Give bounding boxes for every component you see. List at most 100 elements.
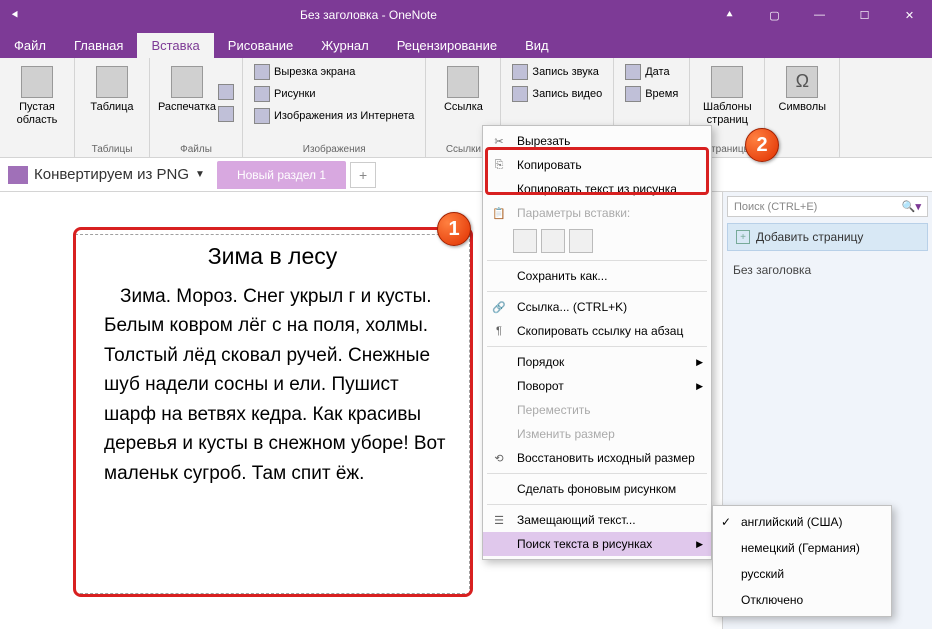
cm-paste-header-label: Параметры вставки: — [517, 206, 630, 220]
pictures-button[interactable]: Рисунки — [251, 84, 417, 104]
separator — [487, 504, 707, 505]
cm-link[interactable]: 🔗Ссылка... (CTRL+K) — [483, 295, 711, 319]
paste-icon: 📋 — [491, 205, 507, 221]
lang-off[interactable]: Отключено — [713, 587, 891, 613]
cm-rotate[interactable]: Поворот▶ — [483, 374, 711, 398]
window-title: Без заголовка - OneNote — [30, 8, 707, 22]
menu-journal[interactable]: Журнал — [307, 33, 382, 58]
chevron-right-icon: ▶ — [696, 357, 703, 368]
insert-space-label: Пустая область — [17, 101, 58, 127]
cm-copy-link-label: Скопировать ссылку на абзац — [517, 324, 683, 338]
paste-option-1[interactable] — [513, 229, 537, 253]
close-button[interactable]: ✕ — [887, 0, 932, 30]
clip-icon — [254, 64, 270, 80]
cm-order-label: Порядок — [517, 355, 564, 369]
lang-de[interactable]: немецкий (Германия) — [713, 535, 891, 561]
cm-search-text-label: Поиск текста в рисунках — [517, 537, 652, 551]
record-video-button[interactable]: Запись видео — [509, 84, 605, 104]
attach-icon[interactable] — [218, 84, 234, 100]
menu-review[interactable]: Рецензирование — [383, 33, 511, 58]
help-button[interactable]: ⯅ — [707, 0, 752, 30]
online-picture-label: Изображения из Интернета — [274, 110, 414, 122]
time-button[interactable]: Время — [622, 84, 681, 104]
cm-background[interactable]: Сделать фоновым рисунком — [483, 477, 711, 501]
cm-alt-text[interactable]: ☰Замещающий текст... — [483, 508, 711, 532]
space-icon — [21, 66, 53, 98]
cm-cut-label: Вырезать — [517, 134, 570, 148]
group-label: Ссылки — [446, 144, 481, 155]
date-button[interactable]: Дата — [622, 62, 681, 82]
paste-option-3[interactable] — [569, 229, 593, 253]
search-icon: 🔍▾ — [902, 200, 921, 213]
separator — [487, 260, 707, 261]
clip-label: Вырезка экрана — [274, 66, 355, 78]
notebook-icon — [8, 166, 28, 184]
menu-view[interactable]: Вид — [511, 33, 563, 58]
spreadsheet-icon[interactable] — [218, 106, 234, 122]
paste-options — [483, 225, 711, 257]
add-section-button[interactable]: + — [350, 162, 376, 188]
cm-resize-label: Изменить размер — [517, 427, 615, 441]
date-label: Дата — [645, 66, 669, 78]
ribbon-group-tables: Таблица Таблицы — [75, 58, 150, 157]
search-input[interactable]: Поиск (CTRL+E) 🔍▾ — [727, 196, 928, 217]
picture-label: Рисунки — [274, 88, 316, 100]
audio-icon — [512, 64, 528, 80]
annotation-marker-1: 1 — [437, 212, 471, 246]
video-label: Запись видео — [532, 88, 602, 100]
section-tab[interactable]: Новый раздел 1 — [217, 161, 346, 189]
link-icon — [447, 66, 479, 98]
screen-clip-button[interactable]: Вырезка экрана — [251, 62, 417, 82]
cm-paste-header: 📋 Параметры вставки: — [483, 201, 711, 225]
cm-rotate-label: Поворот — [517, 379, 564, 393]
separator — [487, 291, 707, 292]
cm-move: Переместить — [483, 398, 711, 422]
restore-icon: ⟲ — [491, 450, 507, 466]
picture-icon — [254, 86, 270, 102]
paragraph-icon: ¶ — [491, 323, 507, 339]
table-button[interactable]: Таблица — [83, 62, 141, 144]
notebook-dropdown[interactable]: Конвертируем из PNG ▼ — [8, 166, 217, 184]
cm-search-text[interactable]: Поиск текста в рисунках▶ — [483, 532, 711, 556]
template-icon — [711, 66, 743, 98]
online-picture-icon — [254, 108, 270, 124]
cm-copy-link[interactable]: ¶ Скопировать ссылку на абзац — [483, 319, 711, 343]
language-submenu: ✓английский (США) немецкий (Германия) ру… — [712, 505, 892, 617]
symbol-label: Символы — [779, 101, 827, 114]
ribbon: Пустая область Таблица Таблицы Распечатк… — [0, 58, 932, 158]
add-page-button[interactable]: + Добавить страницу — [727, 223, 928, 251]
menu-file[interactable]: Файл — [0, 33, 60, 58]
lang-en[interactable]: ✓английский (США) — [713, 509, 891, 535]
menu-insert[interactable]: Вставка — [137, 33, 213, 58]
insert-space-button[interactable]: Пустая область — [8, 62, 66, 155]
template-label: Шаблоны страниц — [703, 101, 752, 127]
audio-label: Запись звука — [532, 66, 598, 78]
cm-resize: Изменить размер — [483, 422, 711, 446]
menu-home[interactable]: Главная — [60, 33, 137, 58]
printout-icon — [171, 66, 203, 98]
paste-option-2[interactable] — [541, 229, 565, 253]
lang-ru[interactable]: русский — [713, 561, 891, 587]
record-audio-button[interactable]: Запись звука — [509, 62, 605, 82]
symbols-button[interactable]: ΩСимволы — [773, 62, 831, 155]
video-icon — [512, 86, 528, 102]
alt-text-icon: ☰ — [491, 512, 507, 528]
menu-draw[interactable]: Рисование — [214, 33, 307, 58]
cm-restore-label: Восстановить исходный размер — [517, 451, 695, 465]
cm-order[interactable]: Порядок ▶ — [483, 350, 711, 374]
group-label: Файлы — [180, 144, 212, 155]
maximize-button[interactable]: ☐ — [842, 0, 887, 30]
ribbon-toggle-button[interactable]: ▢ — [752, 0, 797, 30]
page-item[interactable]: Без заголовка — [723, 253, 932, 287]
group-label: Изображения — [303, 144, 366, 155]
online-pictures-button[interactable]: Изображения из Интернета — [251, 106, 417, 126]
separator — [487, 473, 707, 474]
search-placeholder: Поиск (CTRL+E) — [734, 201, 817, 213]
printout-button[interactable]: Распечатка — [158, 62, 216, 144]
notebook-name: Конвертируем из PNG — [34, 166, 189, 183]
cm-move-label: Переместить — [517, 403, 591, 417]
cm-restore[interactable]: ⟲ Восстановить исходный размер — [483, 446, 711, 470]
cm-save-as[interactable]: Сохранить как... — [483, 264, 711, 288]
add-page-label: Добавить страницу — [756, 230, 863, 244]
minimize-button[interactable]: — — [797, 0, 842, 30]
